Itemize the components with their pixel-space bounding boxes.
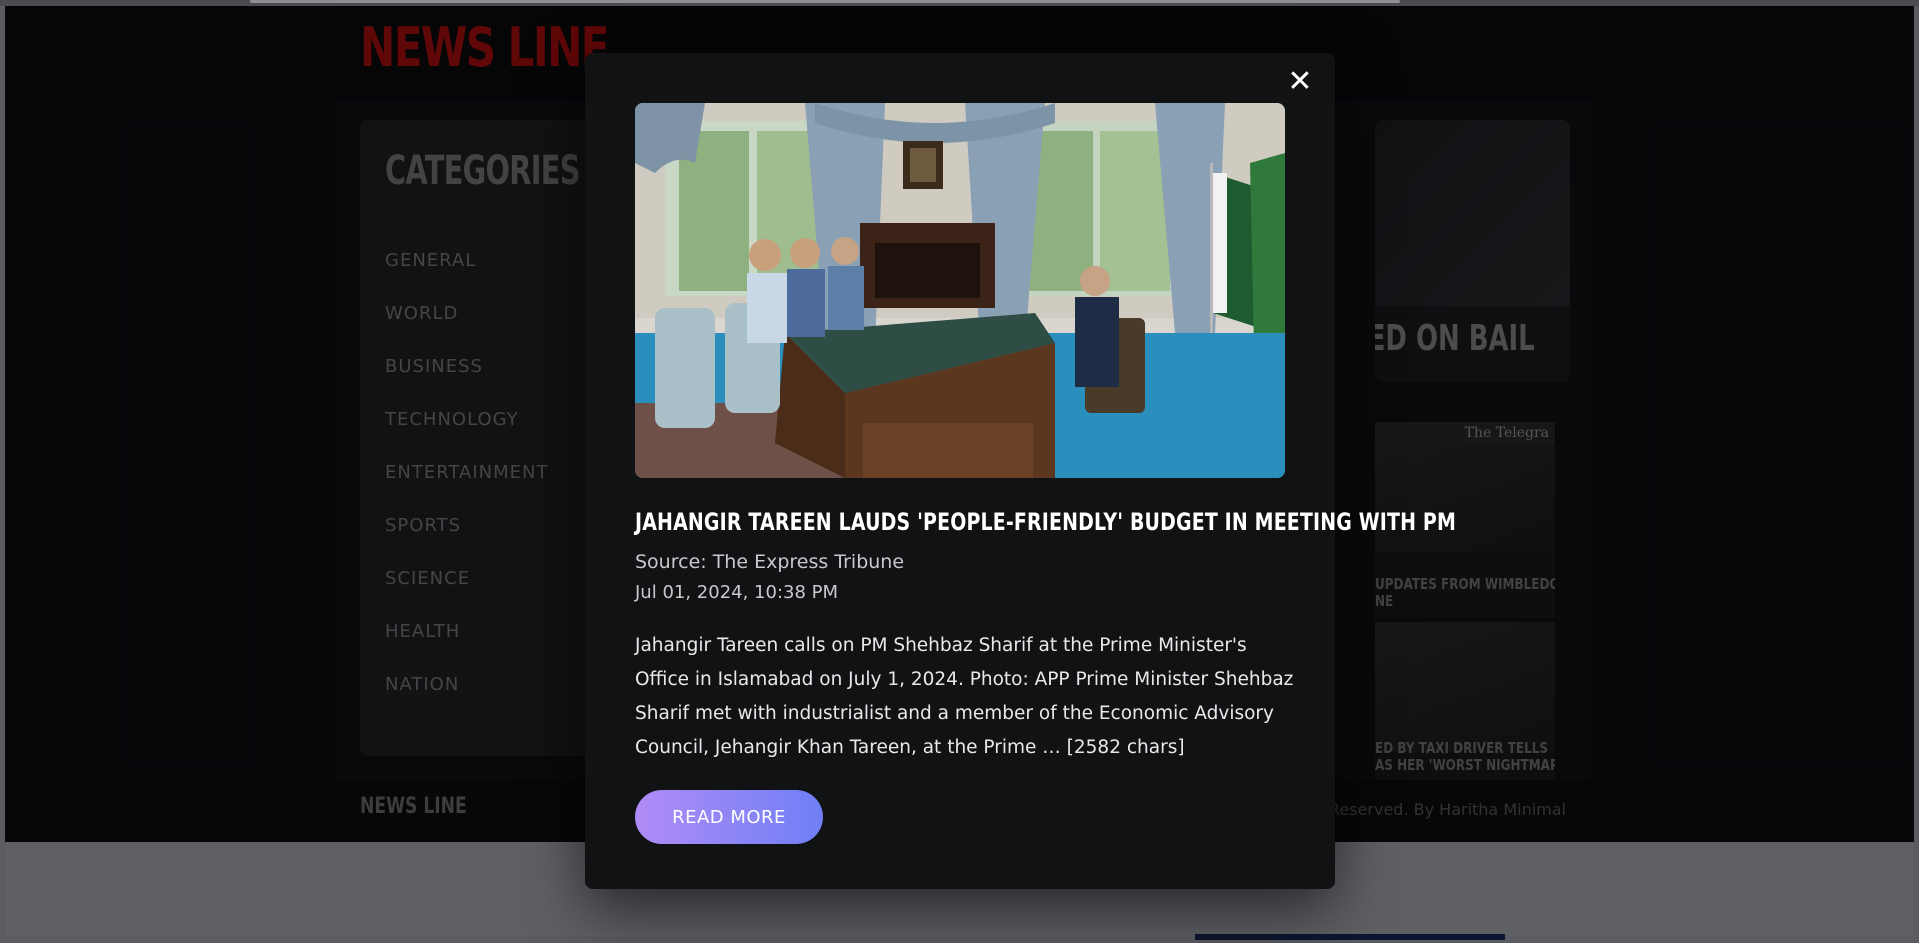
- read-more-button[interactable]: READ MORE: [635, 790, 823, 844]
- article-modal: ✕ JAHANGIR TAREEN LAUDS 'PEOPLE-FRIENDLY…: [585, 53, 1456, 889]
- close-icon[interactable]: ✕: [1285, 67, 1315, 97]
- article-title: JAHANGIR TAREEN LAUDS 'PEOPLE-FRIENDLY' …: [635, 508, 1456, 536]
- horizontal-scrollbar[interactable]: [250, 0, 1400, 3]
- meeting-room-photo: [635, 103, 1285, 478]
- article-photo: [635, 103, 1285, 478]
- taskbar-edge: [1195, 934, 1505, 940]
- article-source: Source: The Express Tribune: [635, 551, 905, 573]
- article-description: Jahangir Tareen calls on PM Shehbaz Shar…: [635, 635, 1294, 758]
- article-date: Jul 01, 2024, 10:38 PM: [635, 582, 839, 603]
